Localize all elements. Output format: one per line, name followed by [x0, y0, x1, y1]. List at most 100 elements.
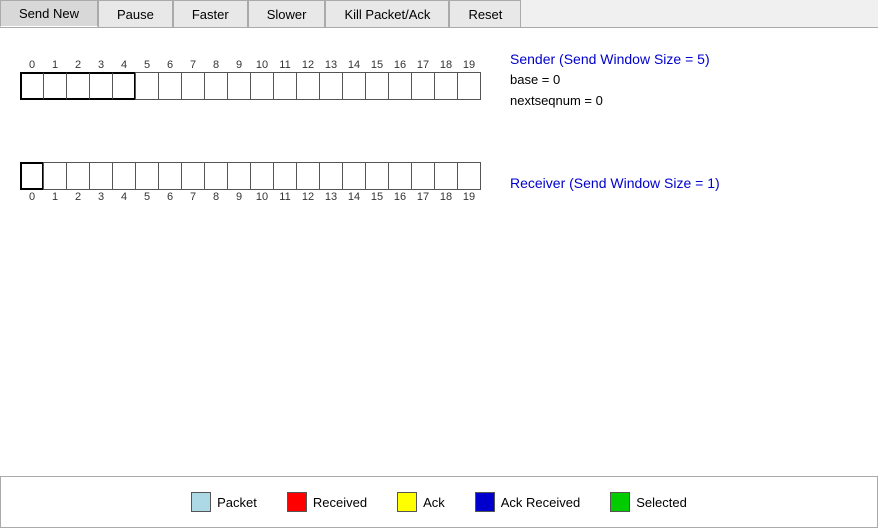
receiver-section: 012345678910111213141516171819 Receiver … — [20, 162, 858, 204]
sender-num-1: 1 — [43, 59, 67, 71]
sender-packet-1[interactable] — [43, 72, 67, 100]
sender-packet-8[interactable] — [204, 72, 228, 100]
receiver-num-7: 7 — [181, 191, 205, 203]
sender-num-0: 0 — [20, 59, 44, 71]
sender-packet-5[interactable] — [135, 72, 159, 100]
legend-color-1 — [287, 492, 307, 512]
kill-button[interactable]: Kill Packet/Ack — [325, 0, 449, 27]
legend-color-4 — [610, 492, 630, 512]
reset-button[interactable]: Reset — [449, 0, 521, 27]
receiver-packet-1[interactable] — [43, 162, 67, 190]
sender-base: base = 0 — [510, 70, 710, 91]
sender-num-15: 15 — [365, 59, 389, 71]
sender-packet-19[interactable] — [457, 72, 481, 100]
sender-packet-17[interactable] — [411, 72, 435, 100]
sender-packet-4[interactable] — [112, 72, 136, 100]
receiver-num-0: 0 — [20, 191, 44, 203]
sender-section: 012345678910111213141516171819 Sender (S… — [20, 48, 858, 112]
receiver-packet-17[interactable] — [411, 162, 435, 190]
legend-item-3: Ack Received — [475, 492, 580, 512]
sender-num-5: 5 — [135, 59, 159, 71]
legend-color-0 — [191, 492, 211, 512]
receiver-row — [20, 162, 480, 190]
receiver-num-13: 13 — [319, 191, 343, 203]
sender-title: Sender (Send Window Size = 5) — [510, 48, 710, 70]
receiver-packet-10[interactable] — [250, 162, 274, 190]
receiver-num-17: 17 — [411, 191, 435, 203]
receiver-num-9: 9 — [227, 191, 251, 203]
main-area: 012345678910111213141516171819 Sender (S… — [0, 28, 878, 204]
sender-packet-7[interactable] — [181, 72, 205, 100]
sender-packets: 012345678910111213141516171819 — [20, 59, 480, 100]
sender-num-8: 8 — [204, 59, 228, 71]
receiver-packet-15[interactable] — [365, 162, 389, 190]
sender-packet-3[interactable] — [89, 72, 113, 100]
legend-label-2: Ack — [423, 495, 445, 510]
sender-packet-18[interactable] — [434, 72, 458, 100]
legend-color-3 — [475, 492, 495, 512]
sender-packet-0[interactable] — [20, 72, 44, 100]
sender-num-4: 4 — [112, 59, 136, 71]
receiver-num-16: 16 — [388, 191, 412, 203]
receiver-packet-6[interactable] — [158, 162, 182, 190]
legend-label-0: Packet — [217, 495, 257, 510]
legend-item-0: Packet — [191, 492, 257, 512]
faster-button[interactable]: Faster — [173, 0, 248, 27]
receiver-packet-4[interactable] — [112, 162, 136, 190]
sender-num-13: 13 — [319, 59, 343, 71]
receiver-packet-9[interactable] — [227, 162, 251, 190]
legend-item-4: Selected — [610, 492, 687, 512]
sender-packet-13[interactable] — [319, 72, 343, 100]
slower-button[interactable]: Slower — [248, 0, 326, 27]
receiver-packet-3[interactable] — [89, 162, 113, 190]
sender-num-18: 18 — [434, 59, 458, 71]
receiver-packet-16[interactable] — [388, 162, 412, 190]
sender-num-10: 10 — [250, 59, 274, 71]
receiver-num-19: 19 — [457, 191, 481, 203]
sender-numbers: 012345678910111213141516171819 — [20, 59, 480, 71]
sender-packet-15[interactable] — [365, 72, 389, 100]
legend-label-4: Selected — [636, 495, 687, 510]
receiver-numbers: 012345678910111213141516171819 — [20, 191, 480, 203]
receiver-num-2: 2 — [66, 191, 90, 203]
sender-packet-2[interactable] — [66, 72, 90, 100]
receiver-packet-7[interactable] — [181, 162, 205, 190]
sender-packet-14[interactable] — [342, 72, 366, 100]
receiver-packet-12[interactable] — [296, 162, 320, 190]
receiver-num-6: 6 — [158, 191, 182, 203]
sender-packet-16[interactable] — [388, 72, 412, 100]
sender-packet-10[interactable] — [250, 72, 274, 100]
sender-num-3: 3 — [89, 59, 113, 71]
sender-packet-11[interactable] — [273, 72, 297, 100]
receiver-num-18: 18 — [434, 191, 458, 203]
pause-button[interactable]: Pause — [98, 0, 173, 27]
receiver-packet-8[interactable] — [204, 162, 228, 190]
receiver-title: Receiver (Send Window Size = 1) — [510, 172, 720, 194]
receiver-num-4: 4 — [112, 191, 136, 203]
receiver-packet-11[interactable] — [273, 162, 297, 190]
legend-item-1: Received — [287, 492, 367, 512]
sender-num-7: 7 — [181, 59, 205, 71]
sender-packet-12[interactable] — [296, 72, 320, 100]
receiver-packet-19[interactable] — [457, 162, 481, 190]
receiver-packet-2[interactable] — [66, 162, 90, 190]
receiver-packet-0[interactable] — [20, 162, 44, 190]
sender-packet-9[interactable] — [227, 72, 251, 100]
receiver-packet-5[interactable] — [135, 162, 159, 190]
receiver-num-8: 8 — [204, 191, 228, 203]
receiver-num-15: 15 — [365, 191, 389, 203]
receiver-num-5: 5 — [135, 191, 159, 203]
sender-packet-6[interactable] — [158, 72, 182, 100]
sender-info: Sender (Send Window Size = 5) base = 0 n… — [510, 48, 710, 112]
toolbar: Send NewPauseFasterSlowerKill Packet/Ack… — [0, 0, 878, 28]
send-new-button[interactable]: Send New — [0, 0, 98, 27]
receiver-packet-14[interactable] — [342, 162, 366, 190]
receiver-packet-13[interactable] — [319, 162, 343, 190]
sender-num-11: 11 — [273, 59, 297, 71]
sender-num-6: 6 — [158, 59, 182, 71]
legend-label-1: Received — [313, 495, 367, 510]
sender-row — [20, 72, 480, 100]
sender-num-19: 19 — [457, 59, 481, 71]
receiver-packet-18[interactable] — [434, 162, 458, 190]
receiver-num-10: 10 — [250, 191, 274, 203]
